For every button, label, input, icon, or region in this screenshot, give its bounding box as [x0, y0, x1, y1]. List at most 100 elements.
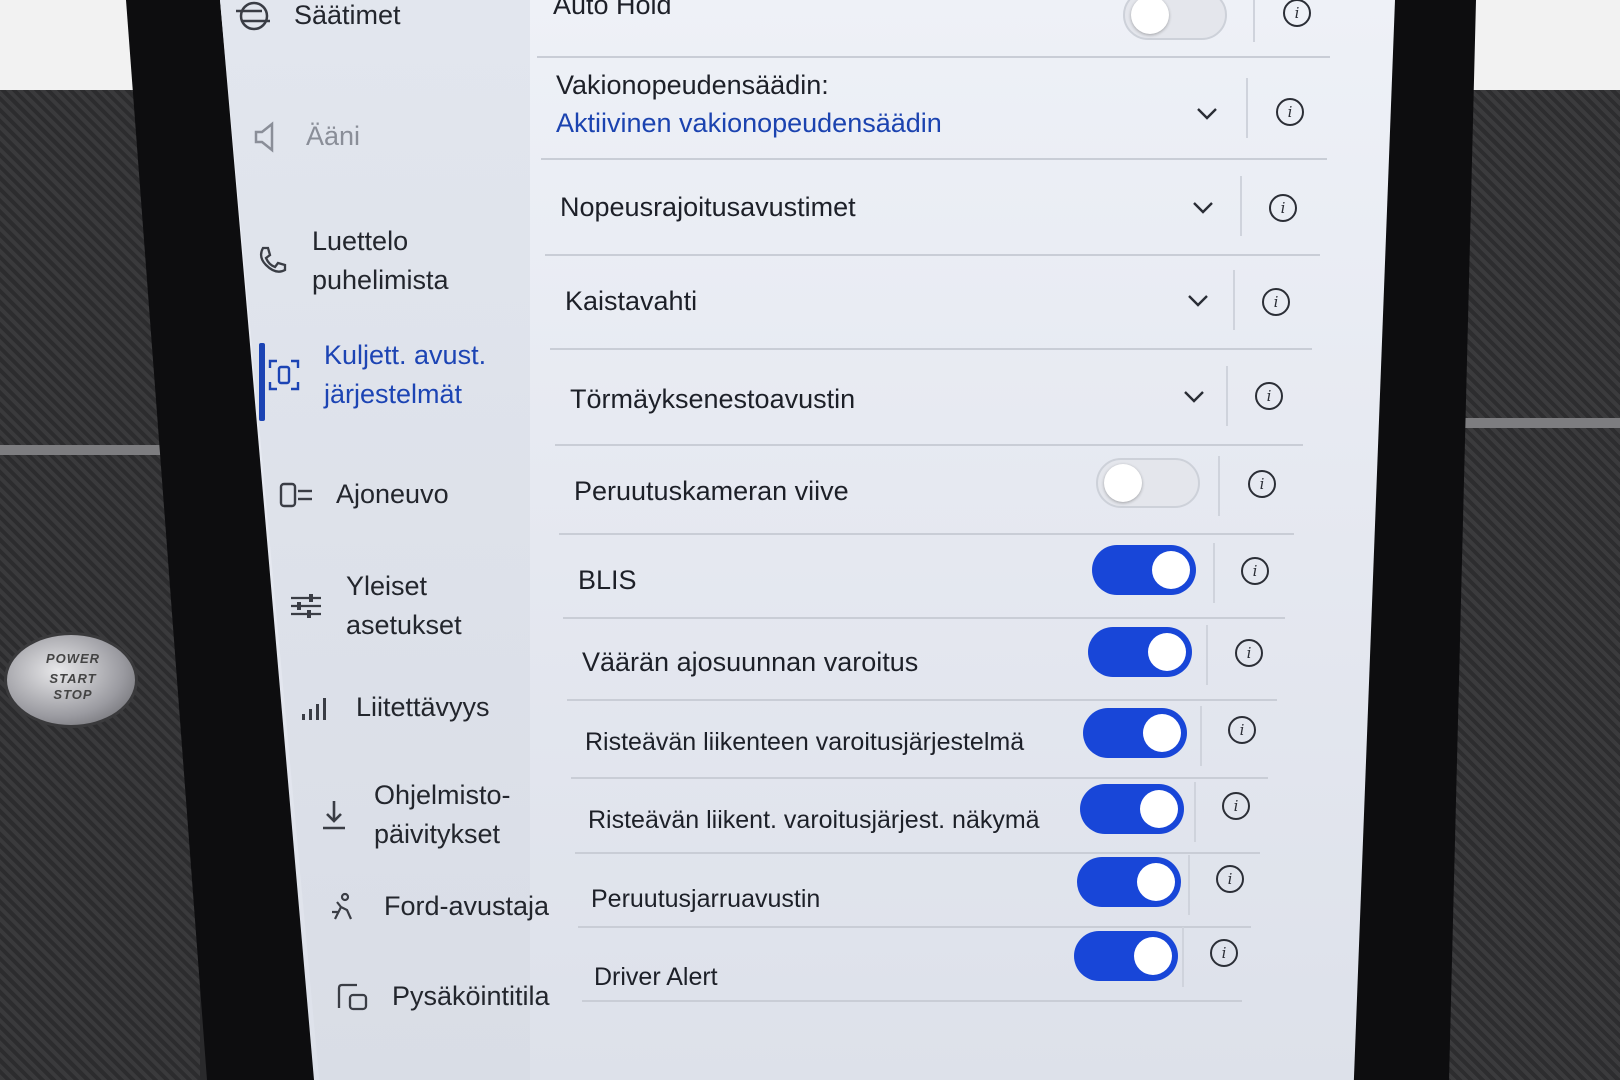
signal-icon — [298, 690, 334, 726]
setting-row-lane-keeping[interactable]: Kaistavahti i — [565, 256, 1309, 348]
sidebar-item-label: Ajoneuvo — [336, 479, 449, 509]
sidebar-item-ohjelmistopaivitykset[interactable]: Ohjelmisto- päivitykset — [316, 776, 511, 854]
sidebar-item-ajoneuvo[interactable]: Ajoneuvo — [278, 475, 449, 514]
divider — [1188, 855, 1190, 915]
label-line1: Ohjelmisto- — [374, 780, 511, 810]
label-line2: puhelimista — [312, 265, 449, 296]
info-icon[interactable]: i — [1222, 792, 1250, 820]
sidebar-item-liitettavyys[interactable]: Liitettävyys — [298, 688, 490, 727]
info-icon[interactable]: i — [1216, 865, 1244, 893]
setting-label: Kaistavahti — [565, 286, 698, 316]
chevron-down-icon[interactable] — [1183, 385, 1205, 407]
info-icon[interactable]: i — [1228, 716, 1256, 744]
info-icon[interactable]: i — [1269, 194, 1297, 222]
info-icon[interactable]: i — [1283, 0, 1311, 27]
setting-label: Peruutusjarruavustin — [591, 885, 821, 913]
setting-label: Törmäyksenestoavustin — [570, 384, 856, 414]
sidebar-item-ford-avustaja[interactable]: Ford-avustaja — [326, 887, 549, 926]
dash-trim-right — [1440, 418, 1620, 428]
vehicle-icon — [278, 477, 314, 513]
setting-label: Risteävän liikenteen varoitusjärjestelmä — [585, 728, 1025, 756]
sliders-icon — [236, 0, 272, 34]
row-divider — [582, 1000, 1242, 1002]
assistant-icon — [326, 889, 362, 925]
setting-label: Vakionopeudensäädin: — [556, 70, 829, 100]
blis-toggle[interactable] — [1092, 545, 1196, 595]
speaker-icon — [248, 119, 284, 155]
divider — [1218, 456, 1220, 516]
label-line1: Yleiset — [346, 571, 428, 601]
sidebar-item-label: Kuljett. avust. järjestelmät — [324, 336, 486, 414]
toggle-knob — [1148, 633, 1186, 671]
toggle-knob — [1152, 551, 1190, 589]
sidebar-item-yleiset-asetukset[interactable]: Yleiset asetukset — [288, 567, 462, 645]
download-icon — [316, 797, 352, 833]
setting-row-speed-limit[interactable]: Nopeusrajoitusavustimet i — [560, 160, 1312, 252]
setting-row-blis[interactable]: BLIS i — [578, 535, 1298, 627]
info-icon[interactable]: i — [1276, 98, 1304, 126]
setting-row-cruise-control[interactable]: Vakionopeudensäädin: Aktiivinen vakionop… — [556, 60, 1316, 160]
divider — [1194, 782, 1196, 842]
toggle-knob — [1131, 0, 1169, 34]
cross-traffic-view-toggle[interactable] — [1080, 784, 1184, 834]
settings-sliders-icon — [288, 588, 324, 624]
sidebar-item-label: Yleiset asetukset — [346, 567, 462, 645]
sidebar-item-pysakointitila[interactable]: Pysäköintitila — [334, 977, 550, 1016]
cross-traffic-toggle[interactable] — [1083, 708, 1187, 758]
sidebar-item-puhelinluettelo[interactable]: Luettelo puhelimista — [254, 222, 449, 300]
label-line2: päivitykset — [374, 819, 501, 850]
setting-row-auto-hold[interactable]: Auto Hold i — [553, 0, 1313, 54]
setting-label: Auto Hold — [553, 0, 672, 20]
driver-alert-toggle[interactable] — [1074, 931, 1178, 981]
label-line1: Kuljett. avust. — [324, 340, 487, 370]
sidebar-item-kuljettajan-avustus[interactable]: Kuljett. avust. järjestelmät — [266, 336, 486, 414]
reverse-brake-toggle[interactable] — [1077, 857, 1181, 907]
sidebar-item-aani[interactable]: Ääni — [248, 117, 360, 156]
label-line2: asetukset — [346, 610, 462, 641]
divider — [1246, 78, 1248, 138]
start-label: START — [49, 671, 97, 686]
setting-row-collision-avoidance[interactable]: Törmäyksenestoavustin i — [570, 350, 1305, 442]
chevron-down-icon[interactable] — [1196, 102, 1218, 124]
divider — [1233, 270, 1235, 330]
divider — [1206, 625, 1208, 685]
setting-label: Driver Alert — [594, 963, 718, 991]
active-indicator — [259, 343, 265, 421]
chevron-down-icon[interactable] — [1192, 196, 1214, 218]
sidebar-item-label: Liitettävyys — [356, 692, 490, 722]
power-label: POWER — [45, 651, 101, 666]
auto-hold-toggle[interactable] — [1123, 0, 1227, 40]
row-divider — [537, 56, 1330, 58]
info-icon[interactable]: i — [1241, 557, 1269, 585]
toggle-knob — [1143, 714, 1181, 752]
divider — [1240, 176, 1242, 236]
toggle-knob — [1137, 863, 1175, 901]
toggle-knob — [1104, 464, 1142, 502]
sidebar-item-saatimet[interactable]: Säätimet — [236, 0, 401, 35]
parking-icon — [334, 979, 370, 1015]
sidebar-item-label: Pysäköintitila — [392, 981, 550, 1011]
setting-label: BLIS — [578, 565, 637, 595]
info-icon[interactable]: i — [1235, 639, 1263, 667]
divider — [1200, 706, 1202, 766]
driver-assist-icon — [266, 357, 302, 393]
rear-camera-delay-toggle[interactable] — [1096, 458, 1200, 508]
chevron-down-icon[interactable] — [1187, 289, 1209, 311]
info-icon[interactable]: i — [1262, 288, 1290, 316]
phone-icon — [254, 243, 290, 279]
setting-label: Nopeusrajoitusavustimet — [560, 192, 856, 222]
toggle-knob — [1140, 790, 1178, 828]
setting-row-driver-alert[interactable]: Driver Alert i — [594, 927, 1278, 1019]
setting-row-wrong-way-warning[interactable]: Väärän ajosuunnan varoitus i — [582, 619, 1294, 711]
sidebar-item-label: Ohjelmisto- päivitykset — [374, 776, 511, 854]
sidebar-item-label: Ääni — [306, 121, 361, 151]
setting-row-rear-camera-delay[interactable]: Peruutuskameran viive i — [574, 446, 1302, 538]
wrong-way-toggle[interactable] — [1088, 627, 1192, 677]
power-start-stop-button[interactable]: POWER START STOP — [4, 632, 138, 728]
info-icon[interactable]: i — [1248, 470, 1276, 498]
setting-label: Peruutuskameran viive — [574, 476, 849, 506]
info-icon[interactable]: i — [1255, 382, 1283, 410]
setting-label: Väärän ajosuunnan varoitus — [582, 647, 919, 677]
info-icon[interactable]: i — [1210, 939, 1238, 967]
divider — [1226, 366, 1228, 426]
